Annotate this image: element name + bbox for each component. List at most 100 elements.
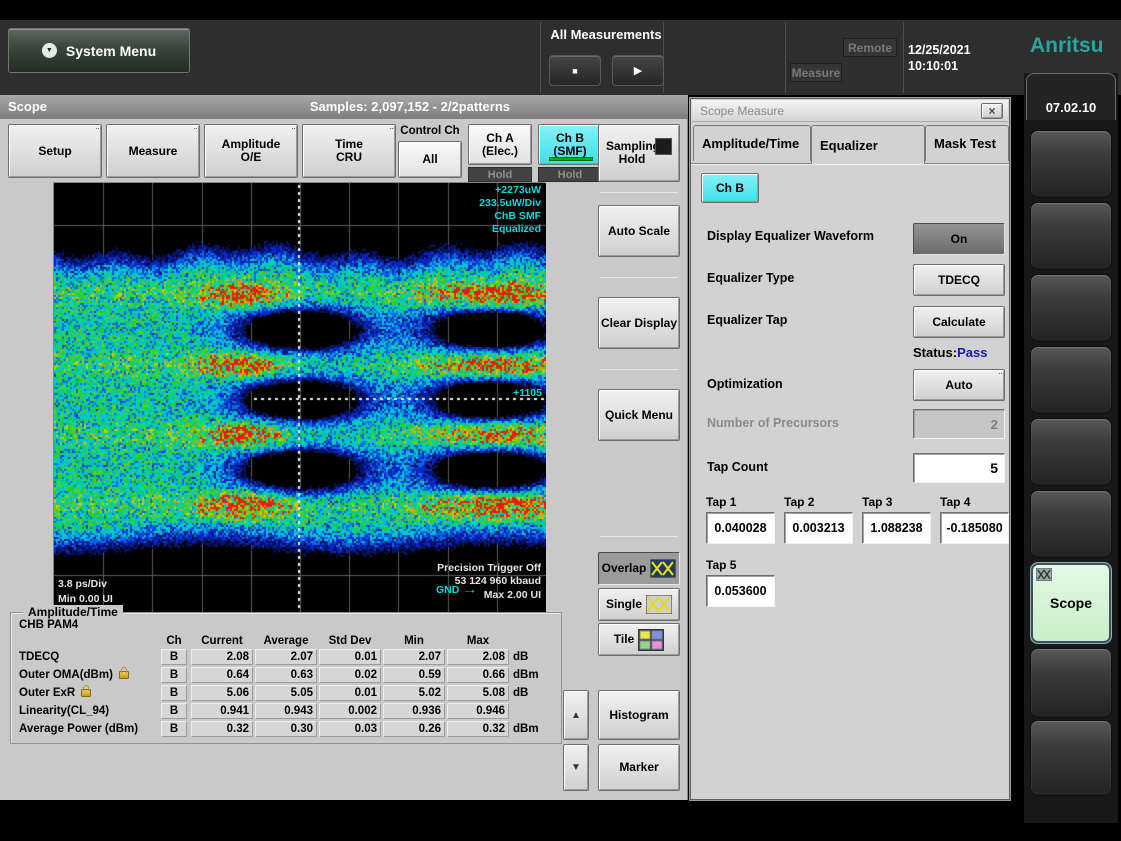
screen: ▼ System Menu All Measurements ■ ▶ Measu… <box>0 0 1121 841</box>
calculate-button[interactable]: Calculate <box>913 306 1005 338</box>
close-button[interactable]: × <box>981 103 1003 119</box>
optimization-button[interactable]: ·· Auto <box>913 369 1005 401</box>
tap-count-label: Tap Count <box>707 460 768 474</box>
display-equalizer-toggle[interactable]: On <box>913 223 1005 255</box>
control-ch-all-button[interactable]: All <box>398 141 462 178</box>
status-value: Pass <box>957 345 987 360</box>
function-key-blank[interactable] <box>1030 720 1112 796</box>
equalizer-type-button[interactable]: TDECQ <box>913 264 1005 296</box>
stop-button[interactable]: ■ <box>549 55 601 86</box>
dialog-channel-b-button[interactable]: Ch B <box>701 173 759 203</box>
hold-b-indicator[interactable]: Hold <box>538 167 602 182</box>
table-row: Linearity(CL_94)B0.9410.9430.0020.9360.9… <box>11 703 563 720</box>
tap-value-field[interactable]: -0.185080 <box>940 512 1009 544</box>
single-view-button[interactable]: Single <box>598 588 680 621</box>
anritsu-logo: Anritsu <box>1030 34 1104 58</box>
top-bar: ▼ System Menu All Measurements ■ ▶ Measu… <box>0 20 1121 95</box>
display-equalizer-label: Display Equalizer Waveform <box>707 229 874 243</box>
dialog-title-bar: Scope Measure × <box>692 100 1008 122</box>
tile-view-button[interactable]: Tile <box>598 623 680 656</box>
function-key-blank[interactable] <box>1030 346 1112 414</box>
hold-a-indicator[interactable]: Hold <box>468 167 532 182</box>
auto-scale-button[interactable]: Auto Scale <box>598 205 680 257</box>
system-menu-button[interactable]: ▼ System Menu <box>8 28 190 73</box>
table-row: Outer ExRB5.065.050.015.025.08dB <box>11 685 563 702</box>
result-cell: 0.943 <box>255 703 317 719</box>
tab-equalizer[interactable]: Equalizer <box>811 125 925 164</box>
clear-display-button[interactable]: Clear Display <box>598 297 680 349</box>
function-key-blank[interactable] <box>1030 490 1112 558</box>
all-measurements-label: All Measurements <box>544 27 668 42</box>
function-key-blank[interactable] <box>1030 648 1112 718</box>
result-cell: 0.32 <box>447 721 509 737</box>
results-group-title: Amplitude/Time <box>23 605 123 619</box>
separator <box>600 192 678 193</box>
function-key-blank[interactable] <box>1030 418 1112 486</box>
result-label: TDECQ <box>19 651 59 663</box>
channel-b-button[interactable]: Ch B (SMF) <box>538 124 602 165</box>
amplitude-time-results: Amplitude/Time CHB PAM4 ChCurrentAverage… <box>10 612 562 744</box>
results-header: Ch <box>161 635 187 647</box>
result-cell: 0.66 <box>447 667 509 683</box>
tap-value-field[interactable]: 0.003213 <box>784 512 853 544</box>
mode-annotation: Equalized <box>492 223 541 236</box>
result-unit: dBm <box>513 669 539 681</box>
tab-amplitude-time[interactable]: Amplitude/Time <box>693 125 811 161</box>
tile-icon <box>638 629 664 651</box>
result-cell: 5.02 <box>383 685 445 701</box>
result-label: Outer ExR <box>19 687 91 699</box>
result-cell: 2.07 <box>255 649 317 665</box>
result-cell: B <box>161 667 187 683</box>
histogram-button[interactable]: Histogram <box>598 690 680 740</box>
result-cell: 0.30 <box>255 721 317 737</box>
scope-title-bar: Scope Samples: 2,097,152 - 2/2patterns <box>0 95 688 119</box>
result-cell: 0.01 <box>319 649 381 665</box>
overlap-view-button[interactable]: Overlap <box>598 552 680 585</box>
result-label: Average Power (dBm) <box>19 723 138 735</box>
scroll-down-button[interactable]: ▼ <box>563 744 589 791</box>
result-cell: 0.63 <box>255 667 317 683</box>
function-key-blank[interactable] <box>1030 202 1112 270</box>
quick-menu-button[interactable]: Quick Menu <box>598 389 680 441</box>
marker-button[interactable]: Marker <box>598 744 680 791</box>
tap-label: Tap 1 <box>706 495 775 509</box>
result-cell: 2.08 <box>191 649 253 665</box>
result-cell: 0.64 <box>191 667 253 683</box>
sampling-hold-button[interactable]: Sampling Hold <box>598 124 680 182</box>
result-unit: dB <box>513 687 528 699</box>
tap-value-field[interactable]: 0.053600 <box>706 575 775 607</box>
result-cell: 0.26 <box>383 721 445 737</box>
play-button[interactable]: ▶ <box>612 55 664 86</box>
max-ui-annotation: Max 2.00 UI <box>484 589 541 602</box>
tab-mask-test[interactable]: Mask Test <box>925 125 1009 161</box>
channel-annotation: ChB SMF <box>494 210 541 223</box>
gnd-marker: GND → <box>436 584 473 597</box>
time-cru-button[interactable]: ·· Time CRU <box>302 124 396 178</box>
system-menu-arrow-icon: ▼ <box>42 43 57 58</box>
tap-count-field[interactable]: 5 <box>913 453 1005 483</box>
marker-level-annotation: +1105 <box>513 387 542 400</box>
function-key-scope[interactable]: Scope <box>1030 562 1112 644</box>
scroll-up-button[interactable]: ▲ <box>563 690 589 740</box>
tap-value-field[interactable]: 1.088238 <box>862 512 931 544</box>
result-cell: 5.05 <box>255 685 317 701</box>
results-header: Min <box>383 635 445 647</box>
result-cell: 0.002 <box>319 703 381 719</box>
remote-indicator: Remote <box>843 38 897 57</box>
window-title: Scope <box>8 99 47 114</box>
tap-label: Tap 3 <box>862 495 931 509</box>
single-eye-icon <box>646 595 672 614</box>
tap-value-field[interactable]: 0.040028 <box>706 512 775 544</box>
function-key-blank[interactable] <box>1030 130 1112 198</box>
results-subtitle: CHB PAM4 <box>19 619 78 631</box>
divider <box>785 22 786 93</box>
amplitude-oe-button[interactable]: ·· Amplitude O/E <box>204 124 298 178</box>
setup-button[interactable]: ·· Setup <box>8 124 102 178</box>
overlap-eye-icon <box>650 559 676 578</box>
function-key-blank[interactable] <box>1030 274 1112 342</box>
measure-button[interactable]: ·· Measure <box>106 124 200 178</box>
sampling-hold-indicator <box>655 138 672 155</box>
corner-dots-icon: ·· <box>95 125 99 132</box>
channel-a-button[interactable]: Ch A (Elec.) <box>468 124 532 165</box>
version-label: 07.02.10 <box>1026 73 1116 120</box>
